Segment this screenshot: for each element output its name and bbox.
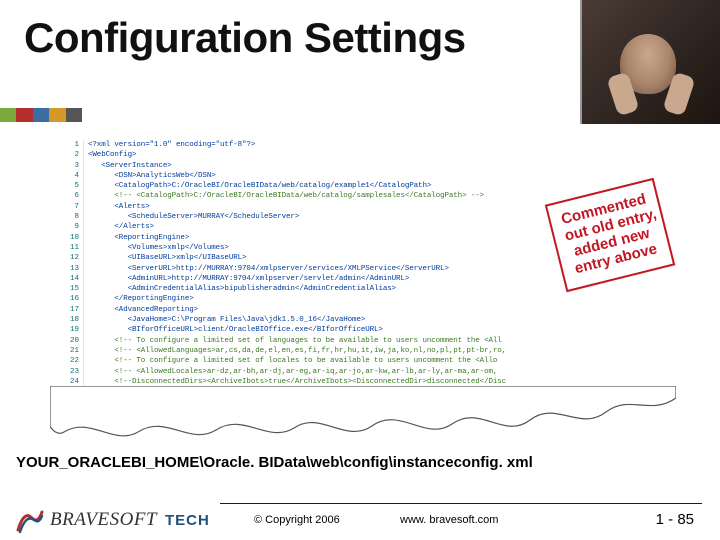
code-text: <!-- To configure a limited set of local… (84, 356, 497, 366)
code-line: 2<WebConfig> (64, 150, 656, 160)
brand-tech: TECH (165, 512, 210, 529)
code-line: 19 <BIforOfficeURL>client/OracleBIOffice… (64, 325, 656, 335)
code-text: <JavaHome>C:\Program Files\Java\jdk1.5.0… (84, 315, 365, 325)
accent-stripes (0, 108, 82, 122)
brand-logo: BRAVESOFT TECH (16, 506, 210, 534)
brand-word: BRAVESOFT (50, 509, 157, 531)
line-number: 21 (64, 346, 84, 356)
code-line: 3 <ServerInstance> (64, 161, 656, 171)
code-line: 23 <!-- <AllowedLocales>ar-dz,ar-bh,ar-d… (64, 367, 656, 377)
copyright: © Copyright 2006 (254, 514, 340, 526)
code-line: 1<?xml version="1.0" encoding="utf-8"?> (64, 140, 656, 150)
code-line: 22 <!-- To configure a limited set of lo… (64, 356, 656, 366)
line-number: 6 (64, 191, 84, 201)
line-number: 4 (64, 171, 84, 181)
code-text: <ScheduleServer>MURRAY</ScheduleServer> (84, 212, 299, 222)
code-text: </Alerts> (84, 222, 154, 232)
code-line: 4 <DSN>AnalyticsWeb</DSN> (64, 171, 656, 181)
line-number: 5 (64, 181, 84, 191)
code-text: <BIforOfficeURL>client/OracleBIOffice.ex… (84, 325, 383, 335)
code-text: <Alerts> (84, 202, 150, 212)
code-text: <AdvancedReporting> (84, 305, 198, 315)
footer: BRAVESOFT TECH © Copyright 2006 www. bra… (0, 490, 720, 540)
line-number: 8 (64, 212, 84, 222)
code-text: <ServerURL>http://MURRAY:9704/xmlpserver… (84, 264, 449, 274)
line-number: 10 (64, 233, 84, 243)
line-number: 3 (64, 161, 84, 171)
code-text: <DSN>AnalyticsWeb</DSN> (84, 171, 216, 181)
slide-title: Configuration Settings (24, 14, 466, 62)
line-number: 2 (64, 150, 84, 160)
code-line: 21 <!-- <AllowedLanguages>ar,cs,da,de,el… (64, 346, 656, 356)
line-number: 9 (64, 222, 84, 232)
code-line: 5 <CatalogPath>C:/OracleBI/OracleBIData/… (64, 181, 656, 191)
line-number: 17 (64, 305, 84, 315)
code-text: <!-- <AllowedLanguages>ar,cs,da,de,el,en… (84, 346, 506, 356)
code-text: <!-- <CatalogPath>C:/OracleBI/OracleBIDa… (84, 191, 484, 201)
code-text: <UIBaseURL>xmlp</UIBaseURL> (84, 253, 246, 263)
code-line: 18 <JavaHome>C:\Program Files\Java\jdk1.… (64, 315, 656, 325)
line-number: 7 (64, 202, 84, 212)
line-number: 11 (64, 243, 84, 253)
page-number: 1 - 85 (656, 511, 694, 528)
line-number: 23 (64, 367, 84, 377)
code-text: <AdminURL>http://MURRAY:9704/xmlpserver/… (84, 274, 409, 284)
line-number: 19 (64, 325, 84, 335)
code-text: <?xml version="1.0" encoding="utf-8"?> (84, 140, 255, 150)
line-number: 18 (64, 315, 84, 325)
header-photo (580, 0, 720, 124)
code-line: 16 </ReportingEngine> (64, 294, 656, 304)
code-text: <WebConfig> (84, 150, 136, 160)
line-number: 16 (64, 294, 84, 304)
line-number: 12 (64, 253, 84, 263)
line-number: 14 (64, 274, 84, 284)
code-text: <ServerInstance> (84, 161, 172, 171)
footer-divider (220, 503, 702, 504)
code-line: 20 <!-- To configure a limited set of la… (64, 336, 656, 346)
code-text: <!-- <AllowedLocales>ar-dz,ar-bh,ar-dj,a… (84, 367, 497, 377)
logo-icon (16, 506, 44, 534)
line-number: 1 (64, 140, 84, 150)
line-number: 22 (64, 356, 84, 366)
website: www. bravesoft.com (400, 514, 498, 526)
file-path: YOUR_ORACLEBI_HOME\Oracle. BIData\web\co… (16, 454, 533, 471)
code-text: </ReportingEngine> (84, 294, 194, 304)
code-text: <CatalogPath>C:/OracleBI/OracleBIData/we… (84, 181, 431, 191)
line-number: 13 (64, 264, 84, 274)
line-number: 20 (64, 336, 84, 346)
code-text: <ReportingEngine> (84, 233, 189, 243)
line-number: 15 (64, 284, 84, 294)
code-text: <Volumes>xmlp</Volumes> (84, 243, 229, 253)
code-text: <!-- To configure a limited set of langu… (84, 336, 502, 346)
code-line: 17 <AdvancedReporting> (64, 305, 656, 315)
code-text: <AdminCredentialAlias>bipublisheradmin</… (84, 284, 396, 294)
torn-edge (50, 386, 676, 448)
